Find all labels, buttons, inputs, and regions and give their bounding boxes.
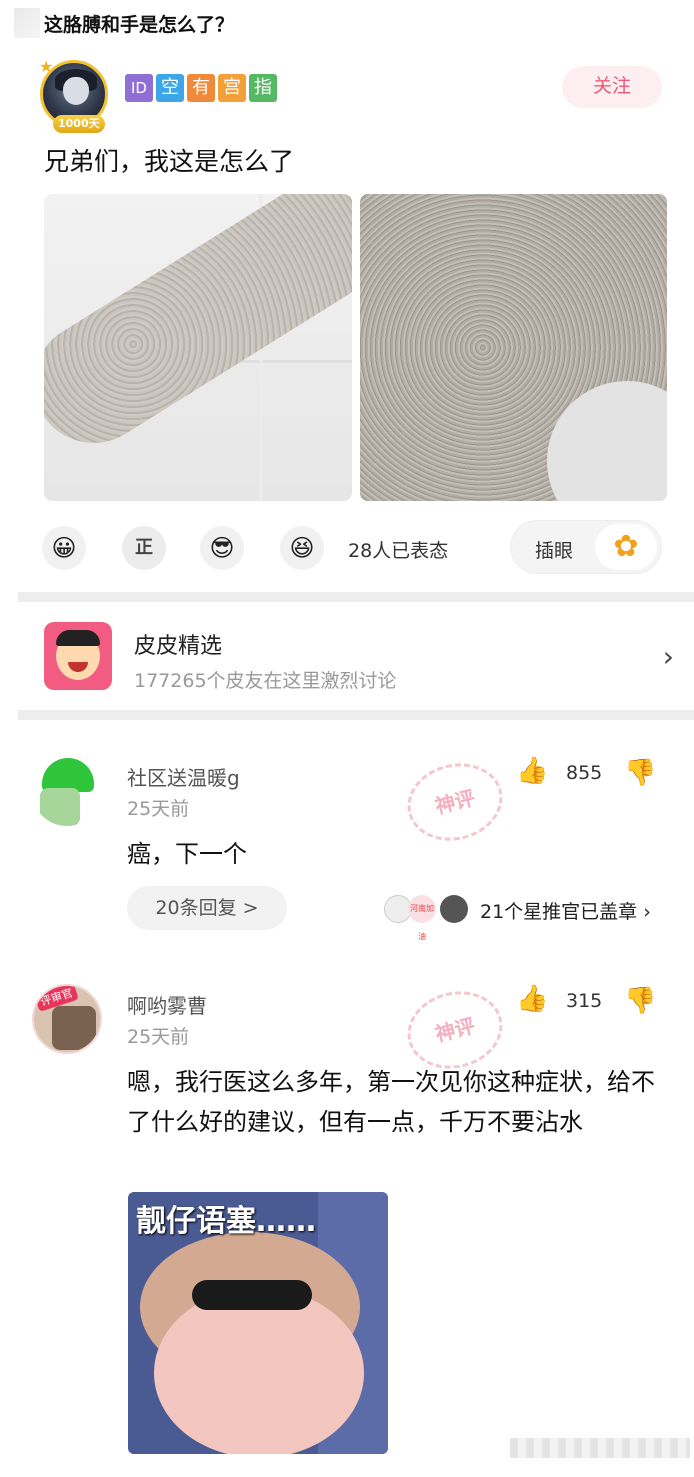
header-blur [14, 8, 40, 38]
comment-text: 癌，下一个 [127, 840, 247, 868]
topic-subtitle: 177265个皮友在这里激烈讨论 [134, 670, 397, 692]
like-count: 855 [566, 762, 603, 784]
thumbs-up-icon[interactable]: 👍 [516, 756, 548, 786]
zheng-badge-icon[interactable]: 正 [122, 526, 166, 570]
topic-title: 皮皮精选 [134, 634, 223, 659]
section-divider [18, 710, 694, 720]
post-image-arm[interactable] [44, 194, 352, 501]
comment-meme-image[interactable]: 靓仔语塞…… [128, 1192, 388, 1454]
logo-hair [56, 630, 100, 646]
author-avatar[interactable]: ★ 1000天 [39, 57, 108, 133]
blurred-watermark [510, 1438, 690, 1458]
meme-hair [192, 1280, 312, 1310]
chevron-right-icon[interactable]: › [663, 640, 674, 673]
avatar-picture [52, 1006, 96, 1050]
commenter-avatar[interactable]: 评审官 [32, 984, 102, 1054]
badge-id: ID [125, 74, 153, 102]
badge-kong: 空 [156, 74, 184, 102]
comment-time: 25天前 [127, 798, 190, 820]
commenter-avatar[interactable] [32, 756, 102, 826]
follow-button[interactable]: 关注 [562, 66, 662, 108]
meme-face [154, 1288, 364, 1454]
avatar-helmet [42, 758, 94, 792]
crown-icon: ★ [39, 57, 54, 76]
like-count: 315 [566, 990, 603, 1012]
insert-eye-button[interactable]: 插眼 ✿ [510, 520, 662, 574]
thumbs-up-icon[interactable]: 👍 [516, 984, 548, 1014]
post-image-closeup[interactable] [360, 194, 667, 501]
avatar-body [40, 788, 80, 826]
sunglasses-emoji-icon[interactable]: 😎 [200, 526, 244, 570]
post-text: 兄弟们，我这是怎么了 [44, 147, 295, 176]
commenter-name[interactable]: 啊哟雾曹 [127, 990, 207, 1019]
badge-zhi: 指 [249, 74, 277, 102]
avatar-face [63, 77, 89, 105]
reaction-bar: 😀 正 😎 😆 28人已表态 插眼 ✿ [40, 520, 662, 576]
comment-time: 25天前 [127, 1026, 190, 1048]
sunflower-icon: ✿ [595, 524, 657, 570]
topic-row[interactable]: 皮皮精选 177265个皮友在这里激烈讨论 › [44, 622, 674, 692]
pipi-logo-icon [44, 622, 112, 690]
insert-eye-label: 插眼 [535, 540, 574, 562]
stamp-avatar: 河南加油 [408, 895, 436, 941]
grin-emoji-icon[interactable]: 😀 [42, 526, 86, 570]
stamp-avatar [440, 895, 468, 923]
header: 这胳膊和手是怎么了？ [14, 8, 234, 38]
meme-caption: 靓仔语塞…… [136, 1204, 316, 1239]
image-edge [547, 381, 667, 501]
author-badges: ID 空 有 宫 指 [125, 74, 277, 102]
thumbs-down-icon[interactable]: 👎 [624, 758, 656, 788]
post-author-row: ★ 1000天 ID 空 有 宫 指 关注 [39, 57, 670, 133]
laugh-emoji-icon[interactable]: 😆 [280, 526, 324, 570]
reply-count-button[interactable]: 20条回复 > [127, 886, 287, 930]
comment-item: 社区送温暖g 25天前 神评 👍 855 👎 癌，下一个 20条回复 > 河南加… [32, 753, 672, 941]
commenter-name[interactable]: 社区送温暖g [127, 762, 240, 791]
avatar-days-badge: 1000天 [53, 115, 105, 133]
stamp-text: 21个星推官已盖章 › [480, 901, 651, 923]
reaction-count[interactable]: 28人已表态 [348, 536, 448, 563]
thumbs-down-icon[interactable]: 👎 [624, 986, 656, 1016]
section-divider [18, 592, 694, 602]
comment-item: 评审官 啊哟雾曹 25天前 神评 👍 315 👎 嗯，我行医这么多年，第一次见你… [32, 981, 672, 1184]
page-title: 这胳膊和手是怎么了？ [44, 13, 235, 36]
badge-you: 有 [187, 74, 215, 102]
comment-text: 嗯，我行医这么多年，第一次见你这种症状，给不了什么好的建议，但有一点，千万不要沾… [127, 1068, 655, 1136]
badge-gong: 宫 [218, 74, 246, 102]
